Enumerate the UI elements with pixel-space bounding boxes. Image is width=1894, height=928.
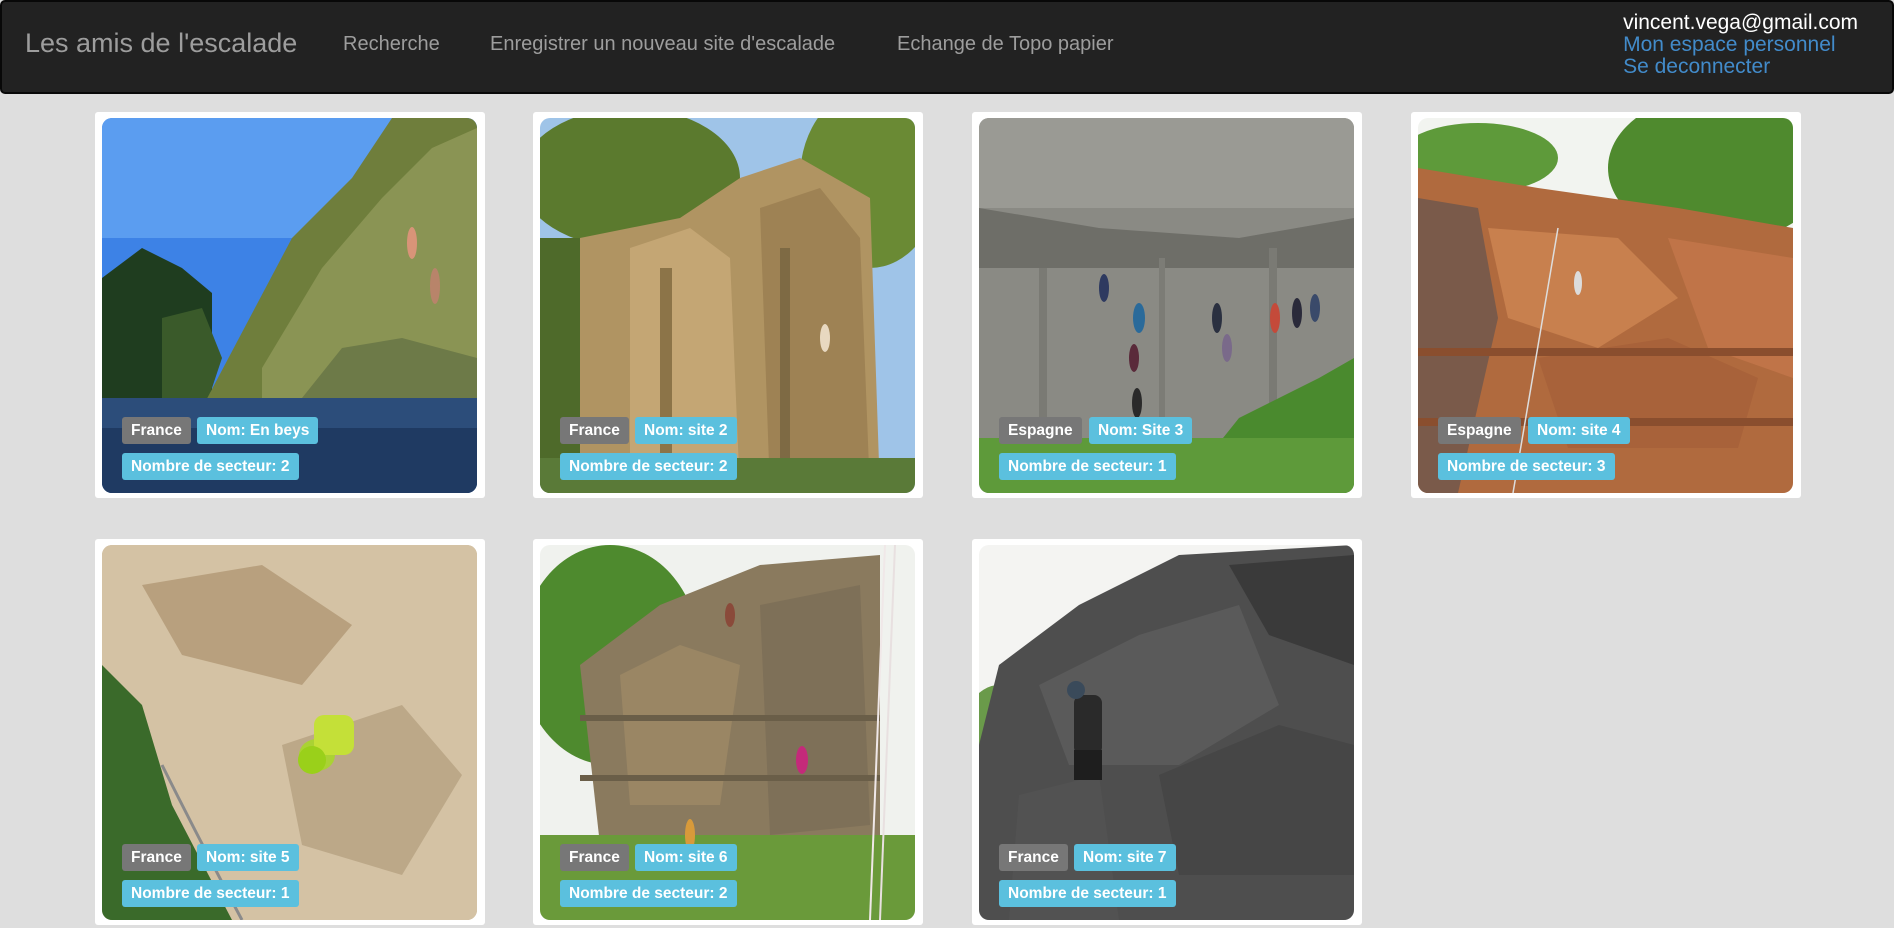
country-label: France bbox=[560, 417, 629, 444]
brand-link[interactable]: Les amis de l'escalade bbox=[25, 28, 297, 59]
sector-count-label: Nombre de secteur: 1 bbox=[999, 453, 1176, 480]
country-label: Espagne bbox=[1438, 417, 1521, 444]
site-card[interactable]: France Nom: site 2 Nombre de secteur: 2 bbox=[533, 112, 923, 498]
country-label: France bbox=[122, 417, 191, 444]
site-name-label: Nom: En beys bbox=[197, 417, 319, 444]
sector-count-label: Nombre de secteur: 2 bbox=[122, 453, 299, 480]
nav-link-topo-exchange[interactable]: Echange de Topo papier bbox=[897, 33, 1113, 56]
site-photo[interactable]: France Nom: site 2 Nombre de secteur: 2 bbox=[540, 118, 915, 493]
site-name-label: Nom: site 6 bbox=[635, 844, 737, 871]
site-card[interactable]: France Nom: site 7 Nombre de secteur: 1 bbox=[972, 539, 1362, 925]
site-name-label: Nom: site 2 bbox=[635, 417, 737, 444]
sector-count-label: Nombre de secteur: 3 bbox=[1438, 453, 1615, 480]
site-photo[interactable]: France Nom: site 5 Nombre de secteur: 1 bbox=[102, 545, 477, 920]
nav-link-new-site[interactable]: Enregistrer un nouveau site d'escalade bbox=[490, 33, 835, 56]
country-label: France bbox=[560, 844, 629, 871]
site-card[interactable]: France Nom: En beys Nombre de secteur: 2 bbox=[95, 112, 485, 498]
sector-count-label: Nombre de secteur: 2 bbox=[560, 880, 737, 907]
site-photo[interactable]: Espagne Nom: site 4 Nombre de secteur: 3 bbox=[1418, 118, 1793, 493]
site-photo[interactable]: Espagne Nom: Site 3 Nombre de secteur: 1 bbox=[979, 118, 1354, 493]
sector-count-label: Nombre de secteur: 1 bbox=[999, 880, 1176, 907]
sector-count-label: Nombre de secteur: 1 bbox=[122, 880, 299, 907]
country-label: France bbox=[999, 844, 1068, 871]
site-name-label: Nom: Site 3 bbox=[1089, 417, 1193, 444]
site-photo[interactable]: France Nom: site 6 Nombre de secteur: 2 bbox=[540, 545, 915, 920]
site-name-label: Nom: site 4 bbox=[1528, 417, 1630, 444]
site-photo[interactable]: France Nom: site 7 Nombre de secteur: 1 bbox=[979, 545, 1354, 920]
site-card[interactable]: Espagne Nom: site 4 Nombre de secteur: 3 bbox=[1411, 112, 1801, 498]
site-photo[interactable]: France Nom: En beys Nombre de secteur: 2 bbox=[102, 118, 477, 493]
country-label: France bbox=[122, 844, 191, 871]
site-name-label: Nom: site 5 bbox=[197, 844, 299, 871]
site-card[interactable]: Espagne Nom: Site 3 Nombre de secteur: 1 bbox=[972, 112, 1362, 498]
logout-link[interactable]: Se deconnecter bbox=[1623, 55, 1770, 78]
sector-count-label: Nombre de secteur: 2 bbox=[560, 453, 737, 480]
nav-link-recherche[interactable]: Recherche bbox=[343, 33, 440, 56]
site-card[interactable]: France Nom: site 5 Nombre de secteur: 1 bbox=[95, 539, 485, 925]
site-card[interactable]: France Nom: site 6 Nombre de secteur: 2 bbox=[533, 539, 923, 925]
user-menu: vincent.vega@gmail.com Mon espace person… bbox=[1623, 12, 1858, 78]
country-label: Espagne bbox=[999, 417, 1082, 444]
user-email: vincent.vega@gmail.com bbox=[1623, 11, 1858, 34]
personal-space-link[interactable]: Mon espace personnel bbox=[1623, 33, 1835, 56]
site-name-label: Nom: site 7 bbox=[1074, 844, 1176, 871]
navbar: Les amis de l'escalade Recherche Enregis… bbox=[0, 0, 1894, 94]
